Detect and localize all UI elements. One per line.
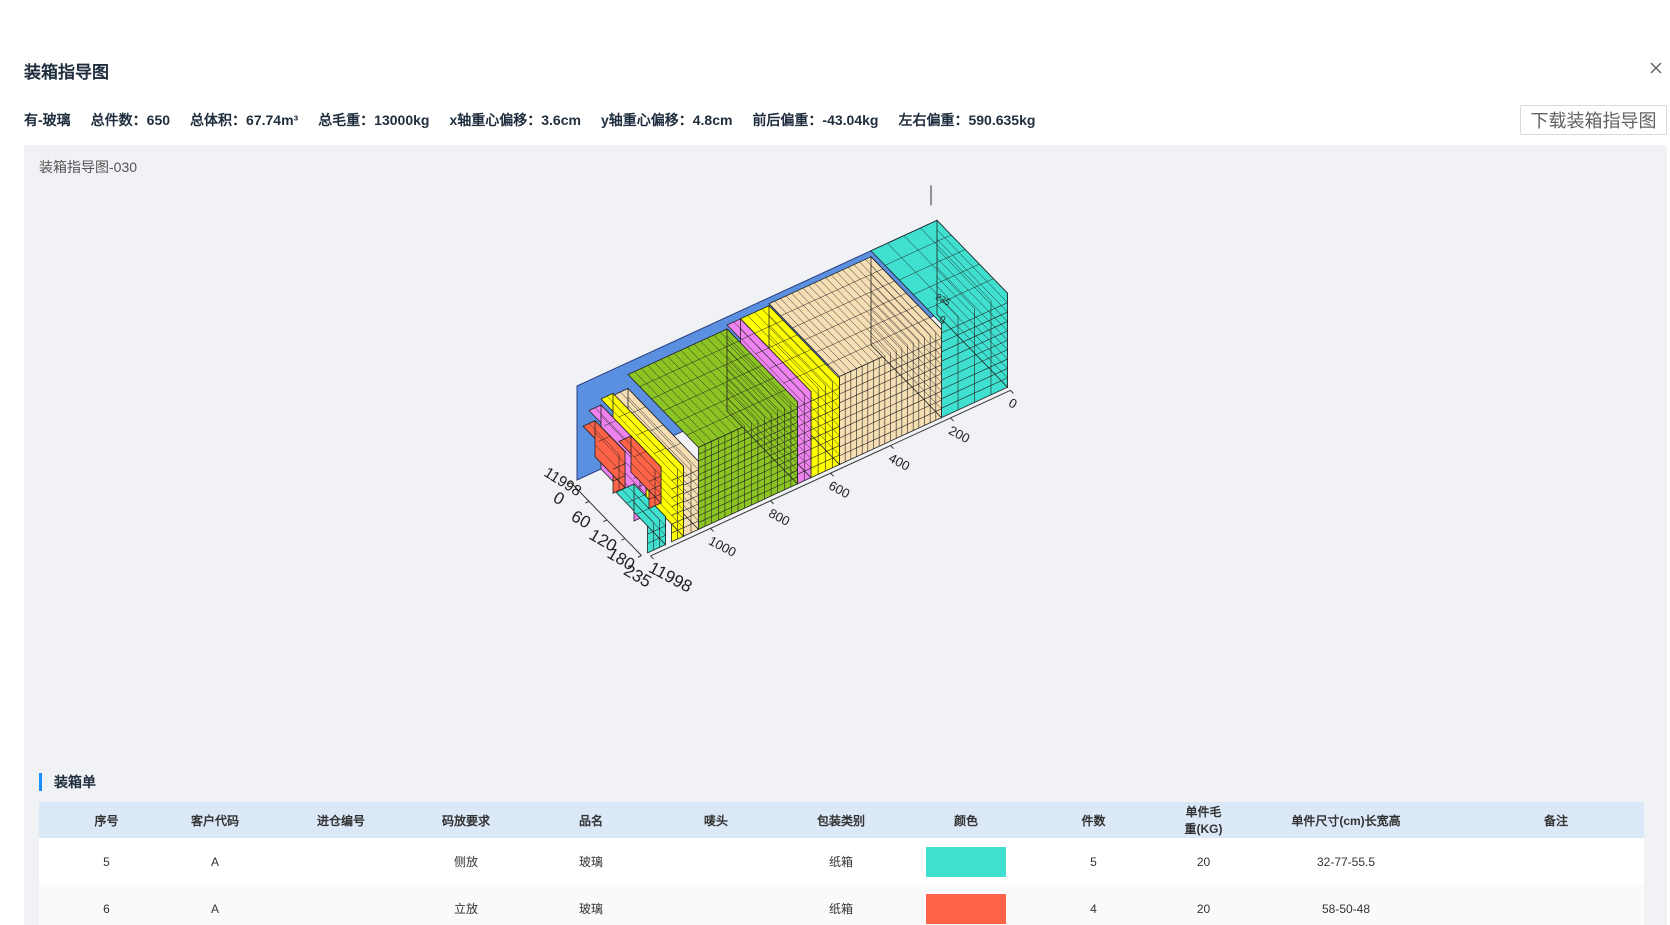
cell-index: 6	[103, 901, 110, 916]
length-tick	[1010, 390, 1014, 394]
length-tick-label: 200	[946, 423, 972, 446]
total-weight: 总毛重：13000kg	[318, 112, 430, 128]
cell-package: 纸箱	[828, 902, 853, 916]
cell-size: 58-50-48	[1321, 901, 1371, 916]
color-swatch-cell	[926, 838, 1006, 885]
length-tick-label: 600	[826, 478, 852, 501]
length-tick	[650, 555, 654, 560]
length-tick-label: 800	[766, 505, 792, 528]
column-header: 客户代码	[190, 813, 239, 828]
cell-size: 32-77-55.5	[1316, 854, 1376, 869]
cell-note	[1466, 885, 1646, 925]
column-header: 颜色	[953, 813, 978, 828]
chart-panel: 装箱指导图-030 0 200 400 600 800 1000 11998 0 60 120 18…	[24, 145, 1667, 925]
packing-list-title: 装箱单	[39, 773, 96, 791]
container-3d-chart[interactable]: 0200400600800100011998060120180235119980…	[24, 145, 1667, 765]
length-tick	[770, 500, 774, 505]
width-tick	[637, 555, 642, 558]
cell-package: 纸箱	[828, 855, 853, 869]
length-tick	[830, 472, 834, 477]
column-header: 包装类别	[816, 813, 865, 828]
cell-name: 玻璃	[578, 855, 603, 869]
cell-weight: 20	[1196, 854, 1211, 869]
width-tick	[585, 500, 590, 504]
total-count: 总件数：650	[90, 112, 171, 128]
column-header: 序号	[94, 813, 119, 828]
table-header: 序号 客户代码 进仓编号 码放要求 品名 唛头 包装类别 颜色 件数 单件毛重(KG) 单件尺寸(c…	[39, 802, 1644, 838]
column-header: 品名	[578, 813, 603, 828]
cell-placement: 侧放	[453, 855, 478, 869]
column-header: 唛头	[703, 813, 728, 828]
cell-customer: A	[210, 854, 219, 869]
cell-placement: 立放	[453, 902, 478, 916]
column-header: 进仓编号	[316, 813, 365, 828]
cell-warehouse_no	[256, 885, 426, 925]
cell-mark	[676, 885, 756, 925]
length-tick	[710, 528, 714, 532]
cell-customer: A	[210, 901, 219, 916]
cell-name: 玻璃	[578, 902, 603, 916]
cell-count: 4	[1090, 901, 1097, 916]
column-header: 备注	[1543, 813, 1568, 828]
modal-title: 装箱指导图	[24, 63, 109, 82]
cell-weight: 20	[1196, 901, 1211, 916]
width-tick	[603, 519, 608, 523]
x-offset: x轴重心偏移：3.6cm	[449, 112, 581, 128]
column-header: 码放要求	[441, 813, 490, 828]
width-tick-label: 60	[568, 507, 594, 533]
column-header: 单件尺寸(cm)长宽高	[1291, 813, 1401, 828]
cell-note	[1466, 838, 1646, 885]
width-tick	[621, 538, 626, 541]
table-body: 5 A 侧放 玻璃 纸箱 5 20 32-77-55.5 6 A 立放 玻璃 纸箱 4 20 58-50-48	[39, 838, 1644, 925]
cell-index: 5	[103, 854, 110, 869]
cargo-type: 有-玻璃	[24, 112, 71, 128]
download-guide-button[interactable]: 下载装箱指导图	[1520, 105, 1667, 135]
cell-mark	[676, 838, 756, 885]
table-row[interactable]: 6 A 立放 玻璃 纸箱 4 20 58-50-48	[39, 885, 1644, 925]
column-header: 单件毛重(KG)	[1184, 805, 1223, 836]
color-swatch-cell	[926, 885, 1006, 925]
cell-count: 5	[1090, 854, 1097, 869]
total-volume: 总体积：67.74m³	[190, 112, 299, 128]
table-row[interactable]: 5 A 侧放 玻璃 纸箱 5 20 32-77-55.5	[39, 838, 1644, 885]
length-tick-label: 400	[886, 450, 912, 473]
length-tick	[950, 417, 954, 422]
length-tick-label: 0	[1006, 395, 1019, 412]
color-swatch	[926, 846, 1006, 877]
column-header: 件数	[1081, 813, 1106, 828]
left-right-offset: 左右偏重：590.635kg	[898, 112, 1036, 128]
front-back-offset: 前后偏重：-43.04kg	[752, 112, 879, 128]
y-offset: y轴重心偏移：4.8cm	[600, 112, 733, 128]
info-bar: 有-玻璃 总件数：650 总体积：67.74m³ 总毛重：13000kg x轴重…	[24, 110, 1035, 130]
length-tick-label: 1000	[706, 533, 739, 560]
cell-warehouse_no	[256, 838, 426, 885]
color-swatch	[926, 893, 1006, 924]
packing-list-table: 序号 客户代码 进仓编号 码放要求 品名 唛头 包装类别 颜色 件数 单件毛重(KG) 单件尺寸(c…	[39, 802, 1644, 925]
close-icon[interactable]	[1648, 60, 1664, 76]
cargo-boxes	[582, 219, 1009, 554]
length-tick	[890, 445, 894, 449]
